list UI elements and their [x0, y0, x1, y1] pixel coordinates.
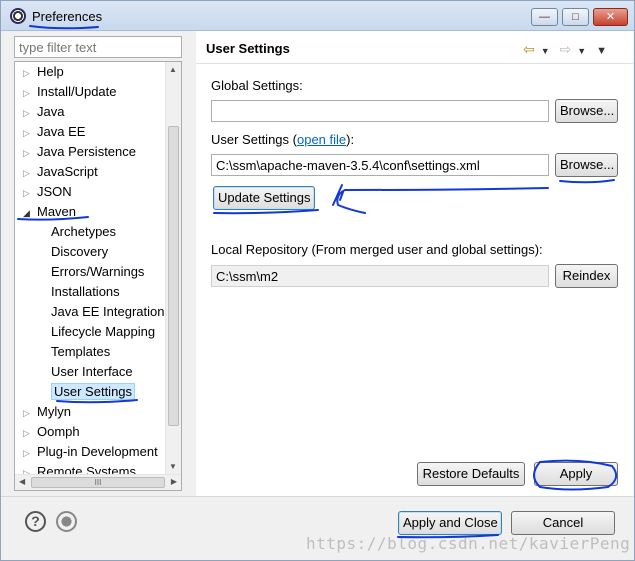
scroll-down-icon[interactable]: ▼ [169, 462, 177, 471]
collapsed-arrow-icon[interactable]: ▷ [23, 424, 37, 442]
user-browse-button[interactable]: Browse... [555, 153, 618, 177]
expanded-arrow-icon[interactable]: ◢ [23, 204, 37, 222]
update-settings-button[interactable]: Update Settings [213, 186, 315, 210]
tree-item[interactable]: ▷ Help [23, 63, 64, 81]
collapsed-arrow-icon[interactable]: ▷ [23, 164, 37, 182]
tree-horizontal-scrollbar[interactable]: ◀ III ▶ [15, 474, 181, 490]
collapsed-arrow-icon[interactable]: ▷ [23, 444, 37, 462]
tree-item[interactable]: Discovery [43, 243, 108, 261]
collapsed-arrow-icon[interactable]: ▷ [23, 124, 37, 142]
tree-vertical-scrollbar[interactable]: ▲ ▼ [165, 62, 181, 474]
tree-item[interactable]: User Interface [43, 363, 133, 381]
scrollbar-thumb[interactable] [168, 126, 179, 426]
tree-item[interactable]: Templates [43, 343, 110, 361]
tree-item[interactable]: Errors/Warnings [43, 263, 144, 281]
tree-item-label: JSON [37, 184, 72, 199]
preferences-window: Preferences — □ ✕ ▷Help▷Install/Update▷J… [0, 0, 635, 561]
tree-item[interactable]: ▷ JSON [23, 183, 72, 201]
eclipse-icon [10, 8, 26, 24]
tree-item[interactable]: ▷ Java [23, 103, 64, 121]
collapsed-arrow-icon[interactable]: ▷ [23, 104, 37, 122]
tree-item-label: JavaScript [37, 164, 98, 179]
back-arrow-icon[interactable]: ⇦ [523, 41, 535, 57]
tree-item[interactable]: ▷ Java EE [23, 123, 85, 141]
tree-item-label: Maven [37, 204, 77, 219]
reindex-button[interactable]: Reindex [555, 264, 618, 288]
tree-item[interactable]: ▷ Oomph [23, 423, 80, 441]
tree-item-label: Installations [51, 284, 120, 299]
filter-input[interactable] [14, 36, 182, 58]
forward-dropdown-icon[interactable]: ▼ [577, 46, 586, 56]
global-settings-field[interactable] [211, 100, 549, 122]
cancel-button[interactable]: Cancel [511, 511, 615, 535]
title-separator [196, 63, 633, 64]
global-settings-label: Global Settings: [211, 78, 303, 93]
collapsed-arrow-icon[interactable]: ▷ [23, 404, 37, 422]
collapsed-arrow-icon[interactable]: ▷ [23, 84, 37, 102]
tree-item[interactable]: Installations [43, 283, 120, 301]
apply-button[interactable]: Apply [534, 462, 618, 486]
scroll-left-icon[interactable]: ◀ [19, 477, 25, 486]
tree-item-label: Plug-in Development [37, 444, 158, 459]
apply-and-close-button[interactable]: Apply and Close [398, 511, 502, 535]
tree-item[interactable]: Lifecycle Mapping [43, 323, 155, 341]
tree-item[interactable]: ▷ Mylyn [23, 403, 71, 421]
local-repo-field: C:\ssm\m2 [211, 265, 549, 287]
tree-item-label: Templates [51, 344, 111, 359]
tree-item[interactable]: Java EE Integration [43, 303, 164, 321]
user-settings-label: User Settings (open file): [211, 132, 354, 147]
tree-item-label: Java [37, 104, 65, 119]
scroll-right-icon[interactable]: ▶ [171, 477, 177, 486]
title-bar[interactable]: Preferences — □ ✕ [1, 1, 634, 31]
user-settings-field[interactable]: C:\ssm\apache-maven-3.5.4\conf\settings.… [211, 154, 549, 176]
local-repo-label: Local Repository (From merged user and g… [211, 242, 543, 257]
tree-item[interactable]: ▷ Plug-in Development [23, 443, 158, 461]
minimize-button[interactable]: — [531, 8, 558, 26]
tree-item-label: Help [37, 64, 64, 79]
collapsed-arrow-icon[interactable]: ▷ [23, 144, 37, 162]
preference-tree: ▷ Help ▷ Install/Update ▷ Java ▷ Java EE ▷ Java P… [14, 61, 182, 491]
open-file-link[interactable]: open file [297, 132, 346, 147]
help-icon[interactable]: ? [25, 511, 46, 532]
tree-item-label: Java Persistence [37, 144, 136, 159]
tree-item-label: Errors/Warnings [51, 264, 145, 279]
user-settings-label-start: User Settings ( [211, 132, 297, 147]
user-settings-label-end: ): [346, 132, 355, 147]
back-dropdown-icon[interactable]: ▼ [541, 46, 550, 56]
tree-item-label: Java EE [37, 124, 86, 139]
tree-item[interactable]: ▷ Java Persistence [23, 143, 136, 161]
window-title: Preferences [32, 9, 103, 24]
tree-item-label: User Interface [51, 364, 133, 379]
tree-item-label: Mylyn [37, 404, 71, 419]
page-nav: ⇦ ▼ ⇨ ▼ ▼ [523, 41, 613, 58]
tree-item[interactable]: ▷ Install/Update [23, 83, 117, 101]
view-menu-icon[interactable]: ▼ [596, 45, 607, 57]
close-button[interactable]: ✕ [593, 8, 628, 26]
restore-defaults-button[interactable]: Restore Defaults [417, 462, 525, 486]
hscroll-thumb[interactable]: III [31, 477, 165, 488]
tree-item-label: Oomph [37, 424, 80, 439]
record-macro-icon[interactable] [56, 511, 77, 532]
preference-page: User Settings ⇦ ▼ ⇨ ▼ ▼ Global Settings: B… [196, 31, 633, 496]
tree-item-label: Discovery [51, 244, 109, 259]
global-browse-button[interactable]: Browse... [555, 99, 618, 123]
tree-item-label: Java EE Integration [51, 304, 165, 319]
tree-item[interactable]: User Settings [43, 383, 136, 401]
tree-item-label: User Settings [51, 383, 136, 400]
tree-item[interactable]: ◢ Maven [23, 203, 76, 221]
maximize-button[interactable]: □ [562, 8, 589, 26]
scroll-up-icon[interactable]: ▲ [169, 65, 177, 74]
tree-item-label: Archetypes [51, 224, 117, 239]
footer-separator [1, 496, 634, 497]
tree-item-label: Install/Update [37, 84, 117, 99]
tree-item[interactable]: Archetypes [43, 223, 116, 241]
tree-item[interactable]: ▷ JavaScript [23, 163, 98, 181]
forward-arrow-icon[interactable]: ⇨ [560, 41, 572, 57]
collapsed-arrow-icon[interactable]: ▷ [23, 184, 37, 202]
watermark: https://blog.csdn.net/kavierPeng [306, 534, 631, 553]
collapsed-arrow-icon[interactable]: ▷ [23, 64, 37, 82]
tree-item-label: Lifecycle Mapping [51, 324, 156, 339]
page-title: User Settings [206, 41, 290, 56]
